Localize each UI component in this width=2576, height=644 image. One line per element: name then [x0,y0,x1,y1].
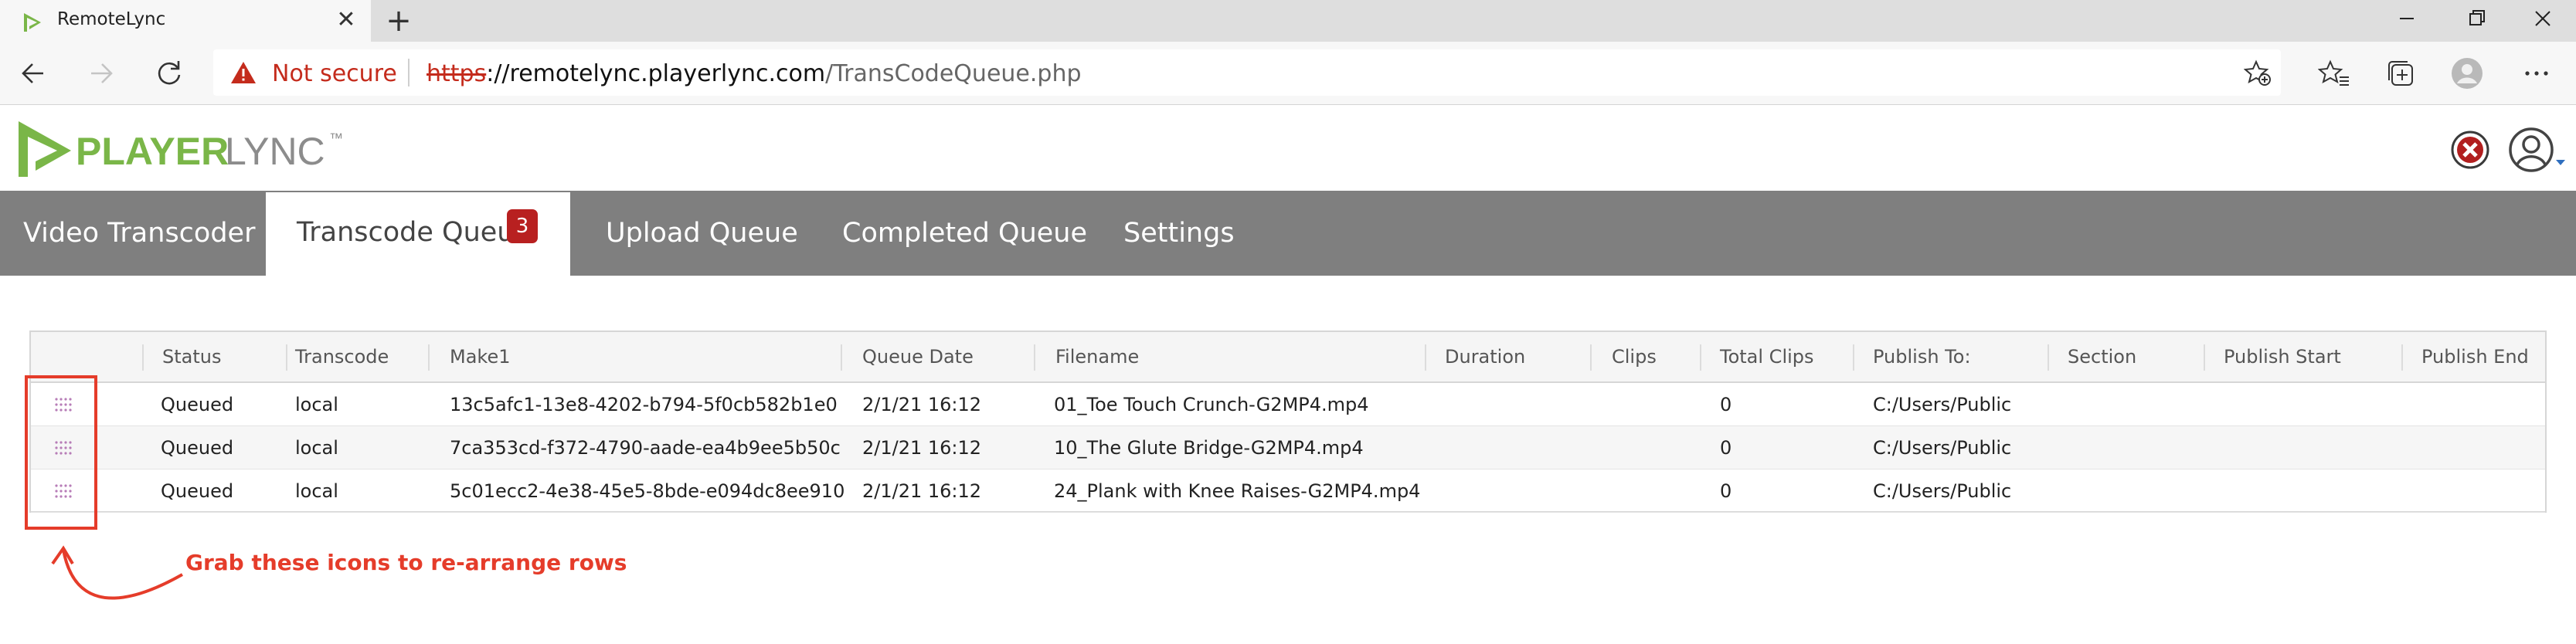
collections-icon[interactable] [2384,57,2417,90]
favorites-icon[interactable] [2318,57,2350,90]
tab-settings[interactable]: Settings [1123,191,1235,276]
url-path: /TransCodeQueue.php [825,60,1082,87]
window-minimize-button[interactable] [2372,0,2442,37]
logo-text-lync: LYNC [225,130,325,173]
close-icon [2535,11,2551,26]
column-header-filename[interactable]: Filename [1055,332,1139,381]
reload-icon[interactable] [150,54,189,93]
cell-make1: 7ca353cd-f372-4790-aade-ea4b9ee5b50c [450,437,841,459]
cell-queue-date: 2/1/21 16:12 [862,437,982,459]
cell-status: Queued [161,480,234,502]
column-header-publish-to[interactable]: Publish To: [1873,332,1971,381]
column-separator [1425,344,1426,371]
column-header-clips[interactable]: Clips [1612,332,1657,381]
transcode-queue-table: Status Transcode Make1 Queue Date Filena… [29,330,2547,513]
column-header-section[interactable]: Section [2068,332,2136,381]
window-close-button[interactable] [2508,0,2576,37]
column-header-duration[interactable]: Duration [1445,332,1525,381]
address-bar[interactable]: Not secure https://remotelync.playerlync… [213,49,2281,96]
window-restore-button[interactable] [2442,0,2511,37]
table-header: Status Transcode Make1 Queue Date Filena… [31,332,2545,383]
cell-make1: 13c5afc1-13e8-4202-b794-5f0cb582b1e0 [450,394,838,415]
column-separator [142,344,144,371]
column-header-status[interactable]: Status [162,332,221,381]
column-separator [2401,344,2403,371]
tab-upload-queue[interactable]: Upload Queue [606,191,798,276]
column-separator [1590,344,1592,371]
column-separator [841,344,842,371]
cell-transcode: local [295,394,338,415]
logo-tm: ™ [329,130,343,146]
playerlync-favicon [24,13,41,32]
arrow-left-icon[interactable] [14,54,53,93]
tab-completed-queue[interactable]: Completed Queue [842,191,1087,276]
column-separator [1034,344,1035,371]
column-separator [428,344,430,371]
column-separator [286,344,287,371]
tab-transcode-queue-label: Transcode Queue [297,217,532,248]
column-header-queue-date[interactable]: Queue Date [862,332,974,381]
cell-filename: 10_The Glute Bridge-G2MP4.mp4 [1054,437,1364,459]
arrow-right-icon[interactable] [82,54,121,93]
cell-total-clips: 0 [1720,394,1732,415]
annotation-highlight-box [25,375,97,530]
url-scheme: https [427,60,487,87]
column-header-make1[interactable]: Make1 [450,332,511,381]
profile-icon[interactable] [2451,57,2483,90]
minimize-icon [2400,18,2414,19]
column-header-transcode[interactable]: Transcode [295,332,389,381]
column-separator [2204,344,2205,371]
column-separator [2048,344,2049,371]
cell-publish-to: C:/Users/Public [1873,480,2012,502]
column-header-total-clips[interactable]: Total Clips [1720,332,1814,381]
warning-triangle-icon[interactable] [230,60,257,85]
app-nav-bar: Video Transcoder Transcode Queue 3 Uploa… [0,191,2576,276]
more-dots-icon[interactable] [2520,57,2553,90]
table-row[interactable]: Queued local 7ca353cd-f372-4790-aade-ea4… [31,426,2545,469]
tab-video-transcoder[interactable]: Video Transcoder [23,191,255,276]
cell-status: Queued [161,394,234,415]
playerlync-logo[interactable]: PLAYER LYNC ™ [12,117,376,181]
browser-toolbar: Not secure https://remotelync.playerlync… [0,42,2576,105]
cell-queue-date: 2/1/21 16:12 [862,480,982,502]
close-tab-icon[interactable]: ✕ [332,6,360,34]
annotation-arrow-icon [51,545,183,600]
cell-total-clips: 0 [1720,480,1732,502]
close-circle-icon[interactable] [2449,129,2491,171]
queue-count-badge: 3 [507,209,538,243]
tab-transcode-queue[interactable]: Transcode Queue 3 [266,192,570,276]
address-separator [408,59,410,86]
cell-filename: 24_Plank with Knee Raises-G2MP4.mp4 [1054,480,1421,502]
cell-filename: 01_Toe Touch Crunch-G2MP4.mp4 [1054,394,1369,415]
table-row[interactable]: Queued local 5c01ecc2-4e38-45e5-8bde-e09… [31,469,2545,513]
not-secure-label[interactable]: Not secure [272,60,397,87]
column-header-publish-end[interactable]: Publish End [2421,332,2529,381]
url-host: ://remotelync.playerlync.com [486,60,826,87]
cell-make1: 5c01ecc2-4e38-45e5-8bde-e094dc8ee910 [450,480,845,502]
url-text[interactable]: https://remotelync.playerlync.com/TransC… [427,60,1082,87]
table-row[interactable]: Queued local 13c5afc1-13e8-4202-b794-5f0… [31,383,2545,426]
cell-queue-date: 2/1/21 16:12 [862,394,982,415]
column-separator [1853,344,1854,371]
annotation-text: Grab these icons to re-arrange rows [185,550,627,575]
column-separator [1700,344,1701,371]
logo-text-player: PLAYER [76,130,229,173]
browser-tab-title: RemoteLync [57,9,166,29]
cell-status: Queued [161,437,234,459]
user-avatar-icon[interactable] [2508,124,2568,175]
column-header-publish-start[interactable]: Publish Start [2224,332,2341,381]
new-tab-button[interactable]: + [382,5,416,39]
cell-transcode: local [295,480,338,502]
cell-publish-to: C:/Users/Public [1873,394,2012,415]
cell-total-clips: 0 [1720,437,1732,459]
cell-transcode: local [295,437,338,459]
cell-publish-to: C:/Users/Public [1873,437,2012,459]
star-plus-icon[interactable] [2244,59,2272,86]
restore-icon [2469,10,2485,25]
browser-tab[interactable]: RemoteLync ✕ [0,0,371,42]
app-header: PLAYER LYNC ™ [0,106,2576,191]
browser-tab-strip: RemoteLync ✕ + [0,0,2576,42]
